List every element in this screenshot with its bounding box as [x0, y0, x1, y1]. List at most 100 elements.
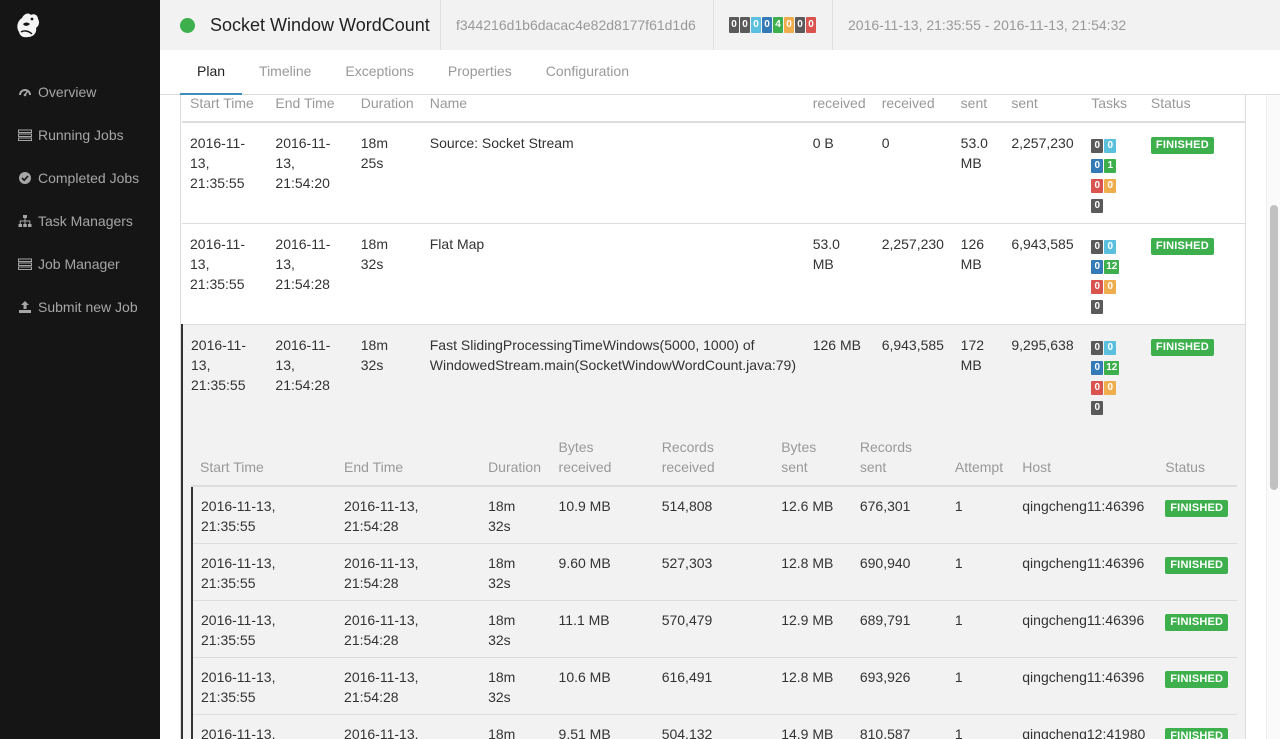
records-sent: 676,301	[851, 485, 947, 544]
count-row: 0 12	[1091, 355, 1135, 375]
vertex-row[interactable]: 2016-11- 13, 21:35:55 2016-11- 13, 21:54:28 18…	[182, 223, 1245, 325]
count-row: 00	[1091, 274, 1135, 294]
start-time: 2016-11-13,21:35:55	[182, 121, 268, 224]
duration: 18m32s	[352, 324, 422, 425]
column-header: End Time	[267, 95, 353, 123]
task-count-badge: 0	[806, 17, 816, 33]
start-time: 2016-11-13,21:35:55	[190, 657, 337, 715]
sidebar-item-submit-new-job[interactable]: Submit new Job	[0, 285, 160, 328]
bytes-received: 0 B	[804, 121, 874, 224]
count-badge: 0	[1091, 199, 1104, 213]
subtask-row[interactable]: 2016-11-13,21:35:552016-11-13,21:54:2818…	[190, 543, 1237, 601]
bytes-received: 10.6 MB	[550, 657, 654, 715]
subtask-column-header: Host	[1014, 437, 1158, 487]
subtask-column-header: Bytes sent	[773, 437, 852, 487]
count-row: 0 12	[1091, 254, 1135, 274]
status-cell: FINISHED	[1142, 324, 1245, 425]
subtask-row[interactable]: 2016-11-13,21:35:552016-11-13,21:54:2818…	[190, 714, 1237, 739]
count-badge: 0	[1091, 381, 1104, 395]
vertex-table: Start Time End Time Duration Name received re…	[180, 95, 1245, 425]
bytes-sent: 53.0 MB	[952, 121, 1004, 224]
bytes-received: 11.1 MB	[550, 600, 654, 658]
task-count-badge: 0	[795, 17, 805, 33]
bytes-sent: 12.8 MB	[773, 543, 852, 601]
bytes-sent: 172 MB	[952, 324, 1004, 425]
status-badge: FINISHED	[1150, 339, 1214, 356]
attempt: 1	[946, 543, 1015, 601]
count-badge: 0	[1091, 300, 1104, 314]
sidebar-item-overview[interactable]: Overview	[0, 70, 160, 113]
count-row: 00	[1091, 234, 1135, 254]
tab-exceptions[interactable]: Exceptions	[328, 63, 430, 95]
status-cell: FINISHED	[1157, 485, 1237, 544]
job-id: f344216d1b6dacac4e82d8177f61d1d6	[456, 17, 696, 33]
sidebar-item-running-jobs[interactable]: Running Jobs	[0, 113, 160, 156]
bytes-received: 9.51 MB	[550, 714, 654, 739]
records-sent: 693,926	[851, 657, 947, 715]
sidebar-item-completed-jobs[interactable]: Completed Jobs	[0, 156, 160, 199]
subtask-column-header: Records sent	[851, 437, 947, 487]
page-scrollbar[interactable]	[1266, 95, 1280, 739]
flink-squirrel-logo[interactable]	[13, 10, 41, 40]
records-received: 527,303	[653, 543, 774, 601]
end-time: 2016-11-13,21:54:28	[267, 223, 353, 325]
check-circle-icon	[18, 171, 32, 185]
subtask-column-header: Start Time	[192, 437, 337, 487]
attempt: 1	[946, 600, 1015, 658]
vertex-panel: Start Time End Time Duration Name received re…	[180, 95, 1246, 739]
subtask-row[interactable]: 2016-11-13,21:35:552016-11-13,21:54:2818…	[190, 600, 1237, 658]
scrollbar-thumb[interactable]	[1270, 205, 1278, 490]
tab-configuration[interactable]: Configuration	[529, 63, 646, 95]
vertex-table-body: 2016-11- 13, 21:35:55 2016-11- 13, 21:54:20 18…	[180, 121, 1245, 425]
records-sent: 6,943,585	[1003, 223, 1084, 325]
vertex-name: Flat Map	[421, 223, 805, 325]
bytes-received: 53.0 MB	[804, 223, 874, 325]
records-sent: 690,940	[851, 543, 947, 601]
column-header: Tasks	[1083, 95, 1143, 123]
host: qingcheng11:46396	[1014, 657, 1158, 715]
task-count-badge: 0	[740, 17, 750, 33]
status-badge: FINISHED	[1150, 238, 1214, 255]
start-time: 2016-11-13,21:35:55	[190, 543, 337, 601]
vertex-row[interactable]: 2016-11- 13, 21:35:55 2016-11- 13, 21:54:28 18…	[180, 324, 1245, 425]
count-badge: 0	[1091, 401, 1104, 415]
count-badge: 0	[1091, 361, 1104, 375]
job-tabs: Plan Timeline Exceptions Properties Configur…	[160, 50, 1280, 95]
bytes-sent: 12.8 MB	[773, 657, 852, 715]
count-row: 00	[1091, 375, 1135, 395]
subtask-row[interactable]: 2016-11-13,21:35:552016-11-13,21:54:2818…	[190, 485, 1237, 544]
sitemap-icon	[18, 214, 32, 228]
bytes-received: 126 MB	[804, 324, 874, 425]
column-header: Status	[1142, 95, 1245, 123]
plan-content: Start Time End Time Duration Name received re…	[160, 95, 1266, 739]
end-time: 2016-11-13,21:54:28	[336, 485, 481, 544]
count-row: 01	[1091, 153, 1135, 173]
end-time: 2016-11-13,21:54:28	[336, 714, 481, 739]
attempt: 1	[946, 714, 1015, 739]
tab-plan[interactable]: Plan	[180, 63, 243, 95]
records-received: 504,132	[653, 714, 774, 739]
vertex-row[interactable]: 2016-11- 13, 21:35:55 2016-11- 13, 21:54:20 18…	[182, 121, 1245, 224]
status-cell: FINISHED	[1157, 657, 1237, 715]
count-badge: 1	[1104, 159, 1117, 173]
column-header: Name	[421, 95, 805, 123]
count-badge: 0	[1091, 240, 1104, 254]
count-badge: 0	[1104, 139, 1117, 153]
host: qingcheng12:41980	[1014, 714, 1158, 739]
end-time: 2016-11-13,21:54:28	[336, 657, 481, 715]
status-badge: FINISHED	[1165, 500, 1229, 517]
task-status-counts: 00004000	[714, 0, 832, 50]
subtask-row[interactable]: 2016-11-13,21:35:552016-11-13,21:54:2818…	[190, 657, 1237, 715]
sidebar-item-task-managers[interactable]: Task Managers	[0, 199, 160, 242]
bytes-sent: 126 MB	[952, 223, 1004, 325]
records-sent: 9,295,638	[1003, 324, 1084, 425]
end-time: 2016-11-13,21:54:28	[267, 324, 353, 425]
subtask-column-header: Attempt	[946, 437, 1015, 487]
start-time: 2016-11-13,21:35:55	[190, 714, 337, 739]
task-counts: 0001000	[1083, 121, 1143, 224]
sidebar-item-job-manager[interactable]: Job Manager	[0, 242, 160, 285]
tab-properties[interactable]: Properties	[431, 63, 529, 95]
tab-timeline[interactable]: Timeline	[242, 63, 328, 95]
duration: 18m32s	[480, 543, 551, 601]
column-header: received	[804, 95, 874, 123]
